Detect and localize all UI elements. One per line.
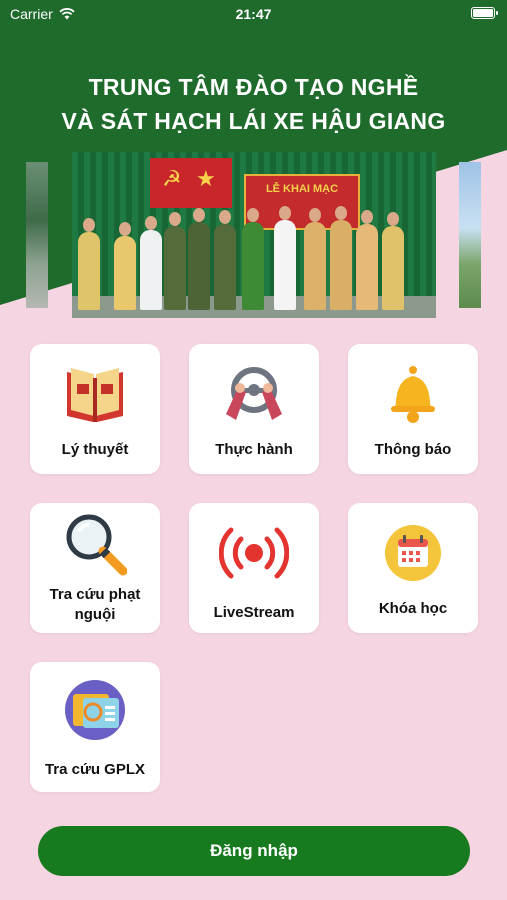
calendar-icon: [348, 521, 478, 585]
carousel-next-slide[interactable]: [459, 162, 481, 308]
ceremony-heading: LỄ KHAI MẠC: [265, 183, 339, 195]
title-line-2: VÀ SÁT HẠCH LÁI XE HẬU GIANG: [61, 108, 446, 134]
live-broadcast-icon: [189, 521, 319, 585]
title-line-1: TRUNG TÂM ĐÀO TẠO NGHỀ: [88, 74, 419, 100]
magnifier-icon: [30, 513, 160, 577]
menu-card-fine-lookup[interactable]: Tra cứu phạt nguội: [30, 503, 160, 633]
menu-card-license-lookup[interactable]: Tra cứu GPLX: [30, 662, 160, 792]
login-button[interactable]: Đăng nhập: [38, 826, 470, 876]
menu-card-notifications[interactable]: Thông báo: [348, 344, 478, 474]
menu-card-theory[interactable]: Lý thuyết: [30, 344, 160, 474]
image-carousel[interactable]: ☭ ★ LỄ KHAI MẠC: [0, 150, 507, 320]
carousel-current-slide[interactable]: ☭ ★ LỄ KHAI MẠC: [72, 152, 436, 318]
menu-card-courses-label: Khóa học: [378, 600, 448, 617]
clock: 21:47: [235, 6, 272, 22]
battery-icon: [471, 7, 498, 19]
menu-card-license-lookup-label: Tra cứu GPLX: [44, 761, 146, 778]
menu-card-livestream-label: LiveStream: [213, 604, 295, 621]
menu-card-practice-label: Thực hành: [215, 441, 293, 458]
carousel-prev-slide[interactable]: [26, 162, 48, 308]
status-bar: Carrier 21:47: [0, 0, 507, 28]
license-card-icon: [30, 678, 160, 742]
steering-wheel-icon: [189, 362, 319, 426]
menu-card-theory-label: Lý thuyết: [61, 441, 129, 458]
page-title: TRUNG TÂM ĐÀO TẠO NGHỀ VÀ SÁT HẠCH LÁI X…: [0, 70, 507, 138]
menu-card-practice[interactable]: Thực hành: [189, 344, 319, 474]
menu-card-courses[interactable]: Khóa học: [348, 503, 478, 633]
book-icon: [30, 362, 160, 426]
bell-icon: [348, 362, 478, 426]
menu-card-fine-lookup-label: Tra cứu phạt nguội: [49, 586, 141, 623]
flag-banner: ☭ ★: [150, 158, 232, 208]
menu-card-livestream[interactable]: LiveStream: [189, 503, 319, 633]
menu-card-notifications-label: Thông báo: [374, 441, 452, 458]
